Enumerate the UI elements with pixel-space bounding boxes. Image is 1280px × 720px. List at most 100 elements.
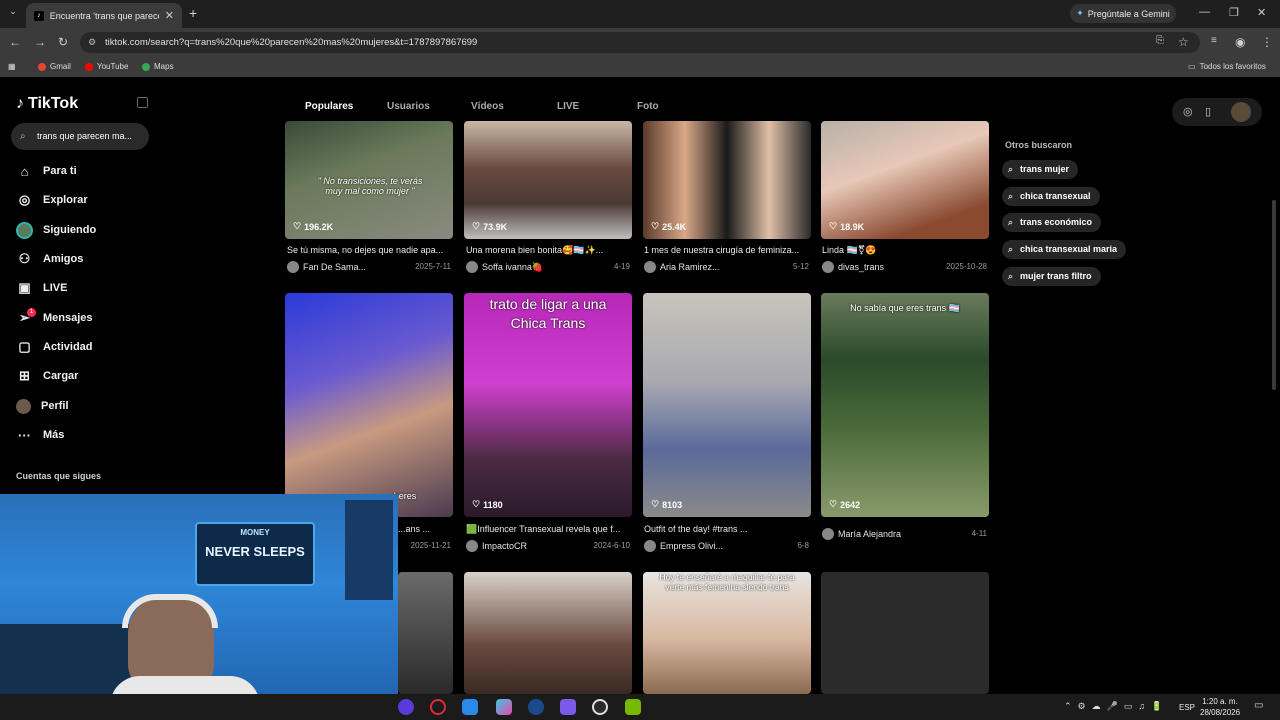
url-bar[interactable]: ⚙ tiktok.com/search?q=trans%20que%20pare… [80,32,1200,53]
video-author[interactable]: Aria Ramirez... [644,261,720,273]
translate-icon[interactable]: ⎘ [1156,35,1164,46]
system-tray-icons[interactable]: ⌃⚙☁🎤▭♫🔋 [1064,701,1168,712]
video-title[interactable]: ...ans ... [398,524,458,534]
video-title[interactable]: Linda 🏳️‍⚧️⚧😍 [822,245,990,256]
nav-para-ti[interactable]: ⌂ Para ti [16,161,77,181]
related-search-pill[interactable]: ⌕ chica transexual maria [1002,240,1127,259]
forward-arrow-icon[interactable]: → [34,35,46,49]
video-overlay-text: " No transiciones, te verás muy mal como… [317,176,423,196]
back-arrow-icon[interactable]: ← [9,35,21,49]
heart-icon: ♡ [293,221,302,231]
related-search-pill[interactable]: ⌕ trans económico [1002,213,1102,232]
language-indicator[interactable]: ESP [1179,703,1195,712]
video-author[interactable]: María Alejandra [822,528,901,540]
video-card[interactable]: Hoy te enseñaré a maquillar te para vert… [643,572,811,694]
video-card[interactable]: heres [285,293,453,517]
bookmark-gmail[interactable]: Gmail [38,62,71,71]
related-search-pill[interactable]: ⌕ mujer trans filtro [1002,267,1101,286]
video-card[interactable]: ♡ 8103 [643,293,811,517]
messages-badge: 1 [27,308,36,317]
reload-icon[interactable]: ↻ [58,35,68,49]
tab-list-chevron-icon[interactable]: ⌄ [6,6,20,20]
video-card[interactable]: trato de ligar a una Chica Trans ♡ 1180 [464,293,632,517]
bookmark-youtube[interactable]: YouTube [85,62,128,71]
chrome-icon[interactable] [592,699,608,715]
minimize-window-icon[interactable]: — [1199,6,1210,18]
video-title[interactable]: Outfit of the day! #trans ... [644,524,812,534]
app-icon[interactable] [496,699,512,715]
nav-label: LIVE [43,282,68,294]
close-tab-icon[interactable]: ✕ [165,9,174,22]
home-icon: ⌂ [20,163,29,179]
browser-tab-active[interactable]: ♪ Encuentra 'trans que parecen m ✕ [26,3,182,28]
video-title[interactable]: 🟩Influencer Transexual revela que f... [466,524,634,535]
tab-foto[interactable]: Foto [637,101,659,112]
bookmark-maps[interactable]: Maps [142,62,174,71]
media-controls-icon[interactable]: ≡ [1211,35,1217,46]
page-scrollbar[interactable] [1272,200,1276,390]
video-card-loading[interactable] [821,572,989,694]
close-window-icon[interactable]: ✕ [1257,6,1266,19]
video-author[interactable]: divas_trans [822,261,884,273]
video-card[interactable]: No sabía que eres trans 🏳️‍⚧️ ♡ 2642 [821,293,989,517]
opera-icon[interactable] [430,699,446,715]
menu-kebab-icon[interactable]: ⋮ [1261,35,1273,49]
video-card[interactable] [398,572,453,694]
apps-grid-icon[interactable]: ▦ [8,62,16,71]
profile-icon[interactable]: ◉ [1235,35,1245,49]
related-search-pill[interactable]: ⌕ trans mujer [1002,160,1079,179]
video-card[interactable]: ♡ 73.9K [464,121,632,239]
nav-amigos[interactable]: ⚇ Amigos [16,249,84,269]
nvidia-icon[interactable] [625,699,641,715]
nav-label: Explorar [43,194,88,206]
video-date: 2025-7-11 [415,262,451,271]
search-input[interactable]: ⌕ trans que parecen ma... [11,123,149,150]
coin-icon[interactable]: ◎ [1183,105,1193,118]
nav-mas[interactable]: ··· Más [16,425,64,445]
nav-explorar[interactable]: ◎ Explorar [16,190,88,210]
nav-perfil[interactable]: Perfil [16,396,69,416]
tiktok-logo[interactable]: ♪ TikTok [16,95,78,113]
app-icon[interactable] [462,699,478,715]
live-icon: ▣ [18,280,31,295]
video-title[interactable]: Se tú misma, no dejes que nadie apa... [287,245,455,255]
site-info-icon[interactable]: ⚙ [88,32,96,53]
video-author[interactable]: Fan De Sama... [287,261,366,273]
video-card[interactable] [464,572,632,694]
clock-time: 1:20 a. m. [1202,697,1238,706]
all-bookmarks[interactable]: ▭ Todos los favoritos [1188,62,1266,71]
related-search-pill[interactable]: ⌕ chica transexual [1002,187,1100,206]
clock-date: 28/08/2026 [1200,708,1241,717]
tab-live[interactable]: LIVE [557,101,579,112]
tab-populares[interactable]: Populares [305,101,353,112]
video-author[interactable]: Empress Olivi... [644,540,723,552]
nav-actividad[interactable]: ▢ Actividad [16,337,92,357]
mobile-app-icon[interactable]: ▯ [1205,105,1211,118]
app-icon[interactable] [398,699,414,715]
nav-siguiendo[interactable]: Siguiendo [16,220,96,240]
app-icon[interactable] [560,699,576,715]
new-tab-plus-icon[interactable]: + [189,5,197,21]
like-value: 196.2K [304,221,334,232]
tab-usuarios[interactable]: Usuarios [387,101,430,112]
video-title[interactable]: Una morena bien bonita🥰🏳️‍⚧️✨... [466,245,634,256]
steam-icon[interactable] [528,699,544,715]
nav-live[interactable]: ▣ LIVE [16,278,67,298]
taskbar-clock[interactable]: 1:20 a. m. 28/08/2026 [1200,696,1240,718]
video-card[interactable]: ♡ 18.9K [821,121,989,239]
notification-icon[interactable]: ▭ [1254,700,1263,711]
video-card[interactable]: ♡ 25.4K [643,121,811,239]
video-author[interactable]: Soffa ivanna🍓 [466,261,543,273]
restore-window-icon[interactable]: ❐ [1229,6,1239,19]
collapse-sidebar-icon[interactable] [137,97,148,108]
video-author[interactable]: ImpactoCR [466,540,527,552]
tab-videos[interactable]: Vídeos [471,101,504,112]
user-avatar[interactable] [1231,102,1251,122]
video-title[interactable]: 1 mes de nuestra cirugía de feminiza... [644,245,812,255]
video-card[interactable]: " No transiciones, te verás muy mal como… [285,121,453,239]
nav-cargar[interactable]: ⊞ Cargar [16,366,78,386]
bookmark-star-icon[interactable]: ☆ [1178,35,1189,49]
like-count: ♡ 2642 [829,499,860,510]
gemini-button[interactable]: ✦ Pregúntale a Gemini [1070,4,1176,23]
logo-text: TikTok [28,95,79,112]
